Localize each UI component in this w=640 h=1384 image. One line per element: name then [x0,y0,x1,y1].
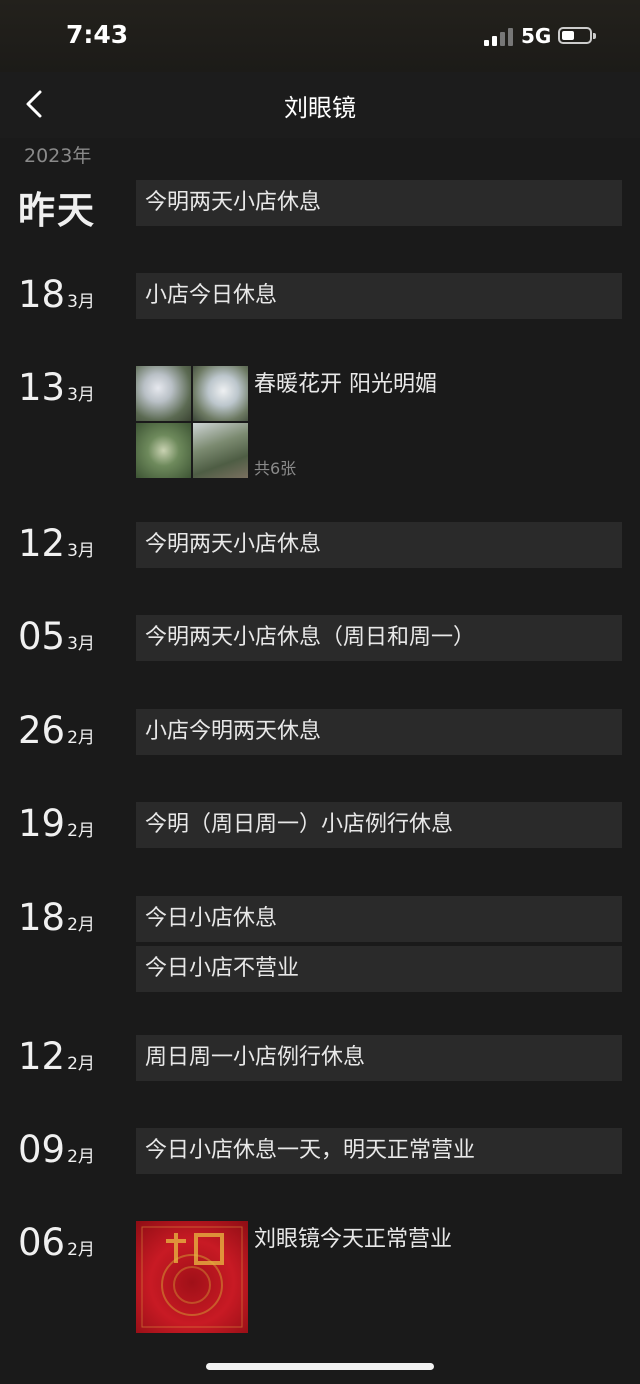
date-relative-label: 昨天 [18,189,96,232]
date-month: 3月 [67,634,95,654]
status-time: 7:43 [66,20,129,49]
signal-icon [484,28,514,46]
entry-date: 12 3月 [18,522,95,568]
date-day: 13 [18,366,66,409]
nav-bar: 刘眼镜 [0,72,640,138]
entry-date: 09 2月 [18,1128,95,1174]
moment-text-card[interactable]: 今明两天小店休息 [136,180,622,226]
date-month: 2月 [67,728,95,748]
date-day: 18 [18,273,66,316]
entry-date: 05 3月 [18,615,95,661]
year-label: 2023年 [24,145,92,167]
moment-text-card[interactable]: 今日小店休息一天，明天正常营业 [136,1128,622,1174]
entry-date: 18 2月 [18,896,95,942]
photo-grid[interactable] [136,366,248,478]
red-poster-graphic [141,1226,243,1328]
date-month: 3月 [67,541,95,561]
date-day: 09 [18,1128,66,1171]
photo-thumbnail[interactable] [193,423,248,478]
date-day: 12 [18,522,66,565]
date-month: 2月 [67,1147,95,1167]
moment-text-card[interactable]: 今明（周日周一）小店例行休息 [136,802,622,848]
moment-text-card[interactable]: 小店今明两天休息 [136,709,622,755]
photo-caption[interactable]: 春暖花开 阳光明媚 [254,366,437,398]
status-bar: 7:43 5G [0,0,640,72]
entry-date: 06 2月 [18,1221,95,1267]
moment-text-card[interactable]: 今日小店不营业 [136,946,622,992]
photo-count: 共6张 [254,459,297,478]
photo-caption[interactable]: 刘眼镜今天正常营业 [254,1221,452,1253]
date-day: 06 [18,1221,66,1264]
network-type: 5G [521,24,552,48]
date-day: 05 [18,615,66,658]
date-day: 12 [18,1035,66,1078]
date-day: 26 [18,709,66,752]
date-month: 2月 [67,1240,95,1260]
date-month: 2月 [67,915,95,935]
moment-text-card[interactable]: 今明两天小店休息（周日和周一） [136,615,622,661]
photo-thumbnail[interactable] [136,1221,248,1333]
entry-date: 18 3月 [18,273,95,319]
entry-date: 12 2月 [18,1035,95,1081]
battery-icon [558,27,596,44]
date-month: 3月 [67,385,95,405]
moment-text-card[interactable]: 小店今日休息 [136,273,622,319]
moment-text-card[interactable]: 周日周一小店例行休息 [136,1035,622,1081]
home-indicator[interactable] [206,1363,434,1370]
date-day: 19 [18,802,66,845]
page-title: 刘眼镜 [284,94,356,122]
date-day: 18 [18,896,66,939]
date-month: 2月 [67,1054,95,1074]
date-month: 2月 [67,821,95,841]
moment-text-card[interactable]: 今日小店休息 [136,896,622,942]
entry-date: 昨天 [18,180,96,232]
photo-thumbnail[interactable] [193,366,248,421]
photo-thumbnail[interactable] [136,423,191,478]
date-month: 3月 [67,292,95,312]
photo-thumbnail[interactable] [136,366,191,421]
moment-text-card[interactable]: 今明两天小店休息 [136,522,622,568]
entry-date: 26 2月 [18,709,95,755]
entry-date: 13 3月 [18,366,95,412]
entry-date: 19 2月 [18,802,95,848]
